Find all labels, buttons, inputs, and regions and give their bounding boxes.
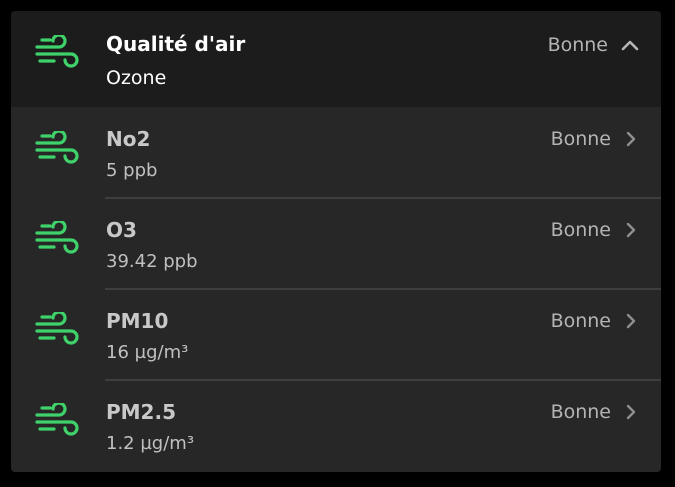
list-item-pm10[interactable]: PM10 16 µg/m³ Bonne xyxy=(11,290,661,381)
item-status: Bonne xyxy=(550,401,611,423)
chevron-right-icon xyxy=(623,222,639,238)
chevron-up-icon[interactable] xyxy=(621,38,639,52)
list-item-no2[interactable]: No2 5 ppb Bonne xyxy=(11,107,661,198)
list-item-pm2-5[interactable]: PM2.5 1.2 µg/m³ Bonne xyxy=(11,381,661,472)
chevron-right-icon xyxy=(623,131,639,147)
item-status: Bonne xyxy=(550,128,611,150)
wind-icon xyxy=(35,131,81,165)
card-subtitle: Ozone xyxy=(106,67,167,89)
air-quality-header[interactable]: Qualité d'air Ozone Bonne xyxy=(11,11,661,107)
item-status: Bonne xyxy=(550,310,611,332)
item-label: No2 xyxy=(106,127,151,151)
card-title: Qualité d'air xyxy=(106,32,246,56)
item-label: PM2.5 xyxy=(106,400,176,424)
item-label: PM10 xyxy=(106,309,169,333)
list-item-o3[interactable]: O3 39.42 ppb Bonne xyxy=(11,199,661,290)
wind-icon xyxy=(35,403,81,437)
wind-icon xyxy=(35,312,81,346)
chevron-right-icon xyxy=(623,313,639,329)
item-value: 39.42 ppb xyxy=(106,251,198,272)
chevron-right-icon xyxy=(623,404,639,420)
item-value: 5 ppb xyxy=(106,160,158,181)
air-quality-card: Qualité d'air Ozone Bonne No2 5 ppb Bonn… xyxy=(11,11,661,472)
item-label: O3 xyxy=(106,218,137,242)
wind-icon xyxy=(35,221,81,255)
wind-icon xyxy=(35,35,81,69)
overall-status: Bonne xyxy=(547,34,608,56)
item-status: Bonne xyxy=(550,219,611,241)
item-value: 1.2 µg/m³ xyxy=(106,433,195,454)
item-value: 16 µg/m³ xyxy=(106,342,189,363)
